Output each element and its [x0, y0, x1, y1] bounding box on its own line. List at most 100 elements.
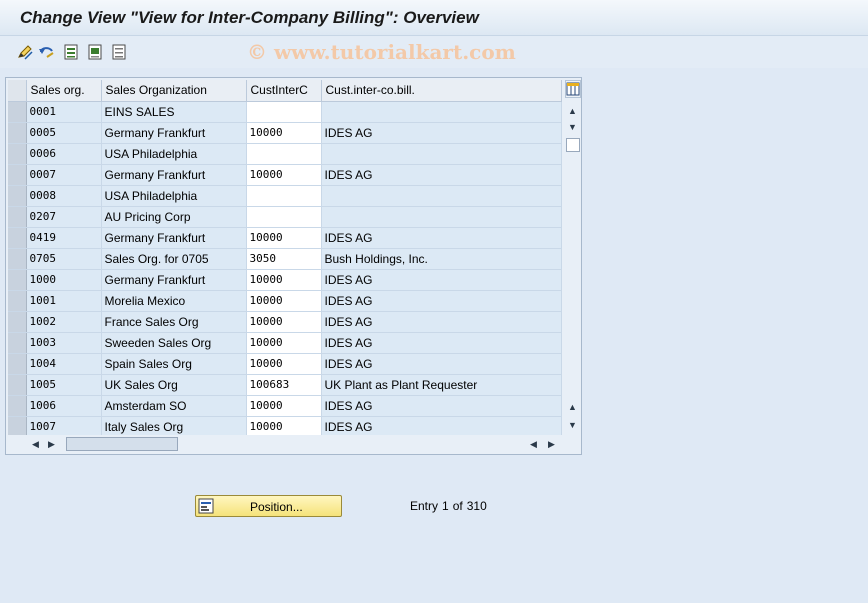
- cell-cust-inter-co-bill: IDES AG: [321, 332, 562, 354]
- cell-custinterc[interactable]: 3050: [246, 248, 322, 270]
- cell-cust-inter-co-bill: IDES AG: [321, 395, 562, 417]
- entry-current: 1: [442, 499, 449, 513]
- cell-sales-organization: USA Philadelphia: [101, 143, 247, 165]
- table-row: 1001 Morelia Mexico 10000 IDES AG: [8, 290, 562, 312]
- scroll-page-down-arrow-icon[interactable]: ▼: [568, 420, 577, 430]
- cell-cust-inter-co-bill: IDES AG: [321, 353, 562, 375]
- table-row: 0007 Germany Frankfurt 10000 IDES AG: [8, 164, 562, 186]
- cell-sales-organization: Sales Org. for 0705: [101, 248, 247, 270]
- cell-cust-inter-co-bill: IDES AG: [321, 311, 562, 333]
- row-selector[interactable]: [8, 122, 27, 144]
- cell-custinterc[interactable]: 10000: [246, 416, 322, 438]
- scroll-down-arrow-icon[interactable]: ▼: [568, 122, 577, 132]
- select-all-rows-cell[interactable]: [8, 80, 27, 102]
- table-row: 1002 France Sales Org 10000 IDES AG: [8, 311, 562, 333]
- table-row: 1004 Spain Sales Org 10000 IDES AG: [8, 353, 562, 375]
- cell-custinterc[interactable]: 10000: [246, 353, 322, 375]
- cell-sales-org: 0001: [26, 101, 102, 123]
- row-selector[interactable]: [8, 101, 27, 123]
- cell-sales-organization: EINS SALES: [101, 101, 247, 123]
- select-all-icon[interactable]: [63, 43, 81, 61]
- row-selector[interactable]: [8, 185, 27, 207]
- column-header-custinterc[interactable]: CustInterC: [246, 80, 322, 102]
- cell-custinterc[interactable]: 10000: [246, 395, 322, 417]
- row-selector[interactable]: [8, 353, 27, 375]
- cell-custinterc[interactable]: [246, 101, 322, 123]
- row-selector[interactable]: [8, 143, 27, 165]
- cell-sales-organization: Germany Frankfurt: [101, 269, 247, 291]
- scroll-left-arrow-icon[interactable]: ◀: [32, 439, 39, 449]
- cell-sales-org: 0006: [26, 143, 102, 165]
- table-row: 1007 Italy Sales Org 10000 IDES AG: [8, 416, 562, 438]
- cell-sales-org: 0008: [26, 185, 102, 207]
- row-selector[interactable]: [8, 248, 27, 270]
- row-selector[interactable]: [8, 227, 27, 249]
- title-bar: Change View "View for Inter-Company Bill…: [0, 0, 868, 36]
- scroll-far-left-arrow-icon[interactable]: ◀: [530, 439, 537, 449]
- select-block-icon[interactable]: [87, 43, 105, 61]
- cell-sales-organization: Germany Frankfurt: [101, 164, 247, 186]
- cell-cust-inter-co-bill: IDES AG: [321, 164, 562, 186]
- cell-custinterc[interactable]: 10000: [246, 164, 322, 186]
- scroll-up-arrow-icon[interactable]: ▲: [568, 106, 577, 116]
- cell-sales-org: 1004: [26, 353, 102, 375]
- row-selector[interactable]: [8, 269, 27, 291]
- cell-custinterc[interactable]: 10000: [246, 269, 322, 291]
- watermark: © www.tutorialkart.com: [247, 40, 516, 64]
- vertical-scrollbar[interactable]: ▲ ▼ ▲ ▼: [565, 80, 581, 435]
- cell-cust-inter-co-bill: UK Plant as Plant Requester: [321, 374, 562, 396]
- cell-sales-org: 1003: [26, 332, 102, 354]
- deselect-all-icon[interactable]: [111, 43, 129, 61]
- position-button-label: Position...: [250, 500, 303, 514]
- row-selector[interactable]: [8, 290, 27, 312]
- edit-pencil-icon[interactable]: [16, 43, 34, 61]
- row-selector[interactable]: [8, 332, 27, 354]
- scroll-thumb[interactable]: [566, 138, 580, 152]
- cell-sales-organization: France Sales Org: [101, 311, 247, 333]
- cell-cust-inter-co-bill: IDES AG: [321, 227, 562, 249]
- row-selector[interactable]: [8, 311, 27, 333]
- column-header-sales-org[interactable]: Sales org.: [26, 80, 102, 102]
- cell-cust-inter-co-bill: Bush Holdings, Inc.: [321, 248, 562, 270]
- entry-of: of: [452, 499, 463, 513]
- undo-icon[interactable]: [38, 43, 56, 61]
- cell-custinterc[interactable]: 10000: [246, 311, 322, 333]
- cell-sales-org: 1006: [26, 395, 102, 417]
- cell-custinterc[interactable]: 10000: [246, 332, 322, 354]
- row-selector[interactable]: [8, 164, 27, 186]
- row-selector[interactable]: [8, 416, 27, 438]
- scroll-far-right-arrow-icon[interactable]: ▶: [548, 439, 555, 449]
- cell-sales-organization: Italy Sales Org: [101, 416, 247, 438]
- cell-cust-inter-co-bill: IDES AG: [321, 122, 562, 144]
- cell-sales-organization: UK Sales Org: [101, 374, 247, 396]
- scroll-page-up-arrow-icon[interactable]: ▲: [568, 402, 577, 412]
- cell-custinterc[interactable]: 10000: [246, 122, 322, 144]
- entry-counter: Entry 1 of 310: [410, 499, 491, 513]
- cell-cust-inter-co-bill: IDES AG: [321, 269, 562, 291]
- cell-custinterc[interactable]: 10000: [246, 227, 322, 249]
- cell-cust-inter-co-bill: [321, 143, 562, 165]
- cell-cust-inter-co-bill: IDES AG: [321, 416, 562, 438]
- horizontal-scroll-thumb[interactable]: [66, 437, 178, 451]
- cell-custinterc[interactable]: [246, 206, 322, 228]
- row-selector[interactable]: [8, 395, 27, 417]
- row-selector[interactable]: [8, 374, 27, 396]
- data-table: Sales org. Sales Organization CustInterC…: [8, 80, 562, 438]
- position-icon: [198, 498, 214, 514]
- column-header-sales-organization[interactable]: Sales Organization: [101, 80, 247, 102]
- horizontal-scrollbar[interactable]: ◀ ▶ ◀ ▶: [8, 435, 581, 453]
- table-row: 1003 Sweeden Sales Org 10000 IDES AG: [8, 332, 562, 354]
- cell-custinterc[interactable]: [246, 143, 322, 165]
- scroll-right-arrow-icon[interactable]: ▶: [48, 439, 55, 449]
- table-row: 0705 Sales Org. for 0705 3050 Bush Holdings…: [8, 248, 562, 270]
- column-header-cust-inter-co-bill[interactable]: Cust.inter-co.bill.: [321, 80, 562, 102]
- cell-sales-organization: Morelia Mexico: [101, 290, 247, 312]
- cell-custinterc[interactable]: 10000: [246, 290, 322, 312]
- cell-custinterc[interactable]: 100683: [246, 374, 322, 396]
- cell-sales-org: 1007: [26, 416, 102, 438]
- row-selector[interactable]: [8, 206, 27, 228]
- table-row: 1006 Amsterdam SO 10000 IDES AG: [8, 395, 562, 417]
- cell-custinterc[interactable]: [246, 185, 322, 207]
- position-button[interactable]: Position...: [195, 495, 342, 517]
- cell-sales-organization: AU Pricing Corp: [101, 206, 247, 228]
